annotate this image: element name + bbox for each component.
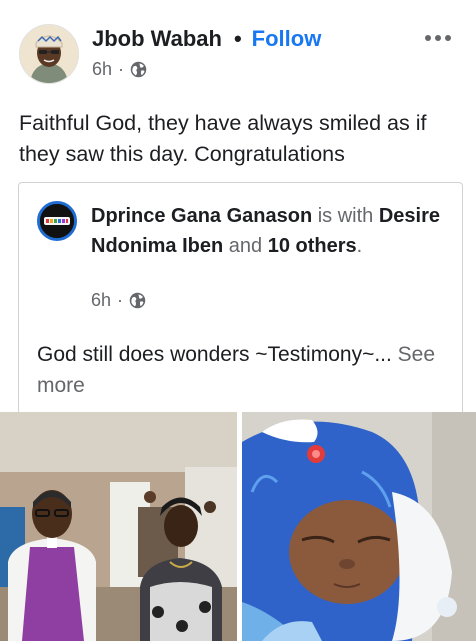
meta-separator: ·	[118, 59, 125, 79]
post-meta: 6h ·	[92, 59, 147, 80]
follow-separator: •	[233, 26, 242, 51]
shared-meta-separator: ·	[117, 290, 124, 310]
author-name[interactable]: Jbob Wabah	[92, 26, 222, 52]
post-timestamp[interactable]: 6h	[92, 59, 112, 80]
photo-couple-image	[0, 412, 237, 641]
follow-button[interactable]: Follow	[252, 26, 322, 52]
photo-baby-image	[242, 412, 476, 641]
tagged-others-link[interactable]: 10 others	[268, 235, 357, 257]
shared-avatar-image	[40, 204, 74, 238]
shared-post-card[interactable]: Dprince Gana Ganason is with Desire Ndon…	[18, 182, 463, 418]
post-header: Jbob Wabah • Follow 6h ·	[0, 0, 476, 96]
author-line: Jbob Wabah • Follow	[92, 25, 321, 53]
author-avatar[interactable]	[19, 24, 79, 84]
globe-icon	[130, 61, 147, 78]
shared-post-timestamp[interactable]: 6h	[91, 290, 111, 311]
post-text: Faithful God, they have always smiled as…	[19, 111, 427, 166]
photo-baby[interactable]	[242, 412, 476, 641]
shared-author-avatar[interactable]	[37, 201, 77, 241]
photo-couple[interactable]	[0, 412, 237, 641]
and-text: and	[223, 235, 268, 257]
period-text: .	[356, 235, 363, 257]
shared-author-name[interactable]: Dprince Gana Ganason	[91, 205, 312, 227]
photo-grid	[0, 412, 476, 641]
shared-post-header: Dprince Gana Ganason is with Desire Ndon…	[91, 201, 441, 261]
shared-post-meta: 6h ·	[91, 290, 146, 311]
is-with-text: is with	[312, 205, 379, 227]
shared-post-body: God still does wonders ~Testimony~...	[37, 343, 392, 366]
shared-post-text: God still does wonders ~Testimony~... Se…	[37, 339, 447, 401]
more-options-icon[interactable]	[424, 34, 452, 42]
author-avatar-image	[20, 25, 78, 83]
globe-icon	[129, 292, 146, 309]
